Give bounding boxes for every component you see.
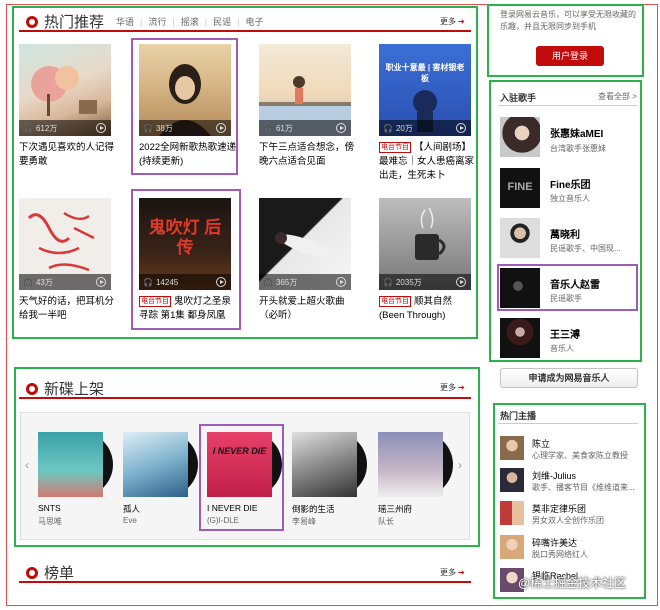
singer-avatar-3[interactable]: [500, 218, 540, 258]
albums-divider: [19, 397, 471, 399]
play-icon[interactable]: [336, 123, 346, 133]
dj-desc-1: 心理学家、美食家陈立教授: [532, 451, 628, 460]
hot-divider: [19, 30, 471, 32]
section-icon: [26, 566, 38, 579]
dj-name-1[interactable]: 陈立: [532, 437, 550, 450]
djs-title: 热门主播: [500, 411, 537, 421]
album-cover-1[interactable]: [38, 432, 113, 497]
album-artist-1[interactable]: 马思唯: [38, 516, 62, 527]
login-text: 登录网易云音乐，可以享受无限收藏的乐趣，并且无限同步到手机: [500, 10, 636, 31]
singer-name-2[interactable]: Fine乐团: [550, 176, 591, 191]
dj-desc-4: 脱口秀网络红人: [532, 550, 588, 559]
playlist-cover-3[interactable]: 🎧 61万: [259, 44, 351, 136]
singer-name-5[interactable]: 王三溥: [550, 326, 580, 341]
fine-logo: FINE: [507, 181, 533, 193]
dj-name-2[interactable]: 刘维-Julius: [532, 469, 576, 482]
singer-avatar-1[interactable]: [500, 117, 540, 157]
tab-yaogun[interactable]: 摇滚: [181, 15, 199, 28]
radio-tag: 电台节目: [379, 142, 411, 153]
play-icon[interactable]: [456, 277, 466, 287]
tab-dianzi[interactable]: 电子: [245, 15, 263, 28]
playlist-cover-7[interactable]: 🎧 365万: [259, 198, 351, 290]
singers-title: 入驻歌手: [500, 93, 537, 103]
album-title-5[interactable]: 瑶三州府: [378, 503, 412, 515]
play-icon[interactable]: [96, 277, 106, 287]
singer-avatar-5[interactable]: [500, 318, 540, 358]
album-artist-5[interactable]: 队长: [378, 516, 394, 527]
highlight-box-2: [131, 38, 238, 175]
playlist-desc-7[interactable]: 开头就爱上超火歌曲（必听）: [259, 295, 357, 323]
album-cover-4[interactable]: [292, 432, 367, 497]
tab-liuxing[interactable]: 流行: [148, 15, 166, 28]
playlist-cover-5[interactable]: 🎧 43万: [19, 198, 111, 290]
playlist-cover-8[interactable]: 🎧 2035万: [379, 198, 471, 290]
dj-avatar-4[interactable]: [500, 535, 524, 559]
album-art-5: [378, 432, 443, 497]
singer-desc-1: 台湾歌手张惠妹: [550, 144, 606, 153]
dj-avatar-3[interactable]: [500, 501, 524, 525]
djs-divider: [498, 423, 638, 424]
playlist-desc-1[interactable]: 下次遇见喜欢的人记得要勇敢: [19, 141, 117, 169]
dj-desc-3: 男女双人全创作乐团: [532, 516, 604, 525]
hot-title: 热门推荐: [44, 14, 105, 31]
carousel-prev-icon[interactable]: ‹: [25, 458, 29, 472]
singer-name-1[interactable]: 张惠妹aMEI: [550, 125, 603, 140]
playlist-desc-4[interactable]: 电台节目 【人间剧场】最难忘｜女人患癌离家出走，生死未卜: [379, 141, 477, 183]
singers-more-link[interactable]: 查看全部 >: [598, 91, 637, 102]
album-art-2: [123, 432, 188, 497]
chart-title: 榜单: [44, 565, 75, 582]
highlight-box-6: [131, 189, 241, 330]
tab-huayu[interactable]: 华语: [116, 15, 134, 28]
dj-avatar-2[interactable]: [500, 468, 524, 492]
tab-minyao[interactable]: 民谣: [213, 15, 231, 28]
highlight-box-album: [199, 424, 284, 531]
albums-header: 新碟上架: [26, 378, 116, 399]
albums-more-link[interactable]: 更多 ➔: [440, 382, 465, 393]
dj-desc-2: 歌手、播客节目《维维道来...: [532, 483, 635, 492]
chart-divider: [19, 581, 471, 583]
radio-tag: 电台节目: [379, 296, 411, 307]
section-icon: [26, 15, 38, 28]
login-button[interactable]: 用户登录: [536, 46, 604, 66]
carousel-next-icon[interactable]: ›: [458, 458, 462, 472]
play-icon[interactable]: [96, 123, 106, 133]
album-title-1[interactable]: SNTS: [38, 503, 61, 513]
playlist-desc-8[interactable]: 电台节目 顺其自然 (Been Through): [379, 295, 477, 323]
dj-name-3[interactable]: 莫非定律乐团: [532, 502, 586, 515]
album-artist-2[interactable]: Eve: [123, 516, 137, 525]
album-title-2[interactable]: 孤人: [123, 503, 140, 515]
hot-header: 热门推荐 华语 | 流行 | 摇滚 | 民谣 | 电子: [26, 11, 263, 32]
playlist-desc-3[interactable]: 下午三点适合想念，傍晚六点适合见面: [259, 141, 357, 169]
chart-header: 榜单: [26, 562, 86, 583]
albums-title: 新碟上架: [44, 381, 105, 398]
album-art-4: [292, 432, 357, 497]
watermark: @稀土掘金技术社区: [518, 576, 627, 590]
album-title-4[interactable]: 倒影的生活: [292, 503, 335, 515]
highlight-box-singer: [497, 264, 638, 311]
chart-more-link[interactable]: 更多 ➔: [440, 567, 465, 578]
album-artist-4[interactable]: 李易峰: [292, 516, 316, 527]
apply-musician-button[interactable]: 申请成为网易音乐人: [500, 368, 638, 388]
dj-name-4[interactable]: 碎嘴许美达: [532, 536, 577, 549]
playlist-cover-1[interactable]: 🎧 612万: [19, 44, 111, 136]
play-icon[interactable]: [336, 277, 346, 287]
playlist-desc-5[interactable]: 天气好的话，把耳机分给我一半吧: [19, 295, 117, 323]
singer-desc-5: 音乐人: [550, 344, 574, 353]
album-cover-2[interactable]: [123, 432, 198, 497]
hot-more-link[interactable]: 更多 ➔: [440, 16, 465, 27]
singer-desc-2: 独立音乐人: [550, 194, 590, 203]
singer-avatar-2[interactable]: FINE: [500, 168, 540, 208]
play-icon[interactable]: [456, 123, 466, 133]
singer-name-3[interactable]: 萬晓利: [550, 226, 580, 241]
album-cover-5[interactable]: [378, 432, 453, 497]
playlist-cover-4[interactable]: 职业十意最 | 害材银老板 🎧 20万: [379, 44, 471, 136]
album-art-1: [38, 432, 103, 497]
singers-divider: [498, 105, 638, 106]
dj-avatar-1[interactable]: [500, 436, 524, 460]
singer-desc-3: 民谣歌手、中国现...: [550, 244, 621, 253]
section-icon: [26, 382, 38, 395]
